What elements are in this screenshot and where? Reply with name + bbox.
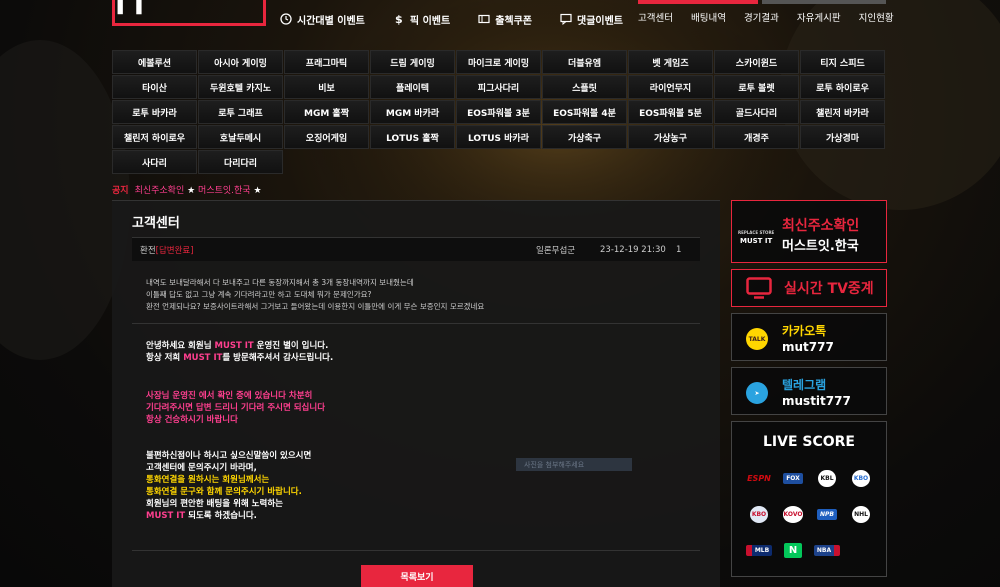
svg-text:$: $ (395, 13, 403, 25)
game-item[interactable]: 로투 하이로우 (800, 75, 885, 99)
game-item[interactable]: 스카이윈드 (714, 50, 799, 74)
game-item[interactable]: 사다리 (112, 150, 197, 174)
game-item[interactable]: 드림 게이밍 (370, 50, 455, 74)
league-logos: ESPN FOX KBL KBO KBO KOVO NPB NHL MLB N … (742, 460, 878, 568)
answer-body: 안녕하세요 회원님 MUST IT 운영진 별이 입니다. 항상 저희 MUST… (132, 323, 700, 551)
npb-icon[interactable]: NPB (810, 496, 844, 532)
game-item[interactable]: 티지 스피드 (800, 50, 885, 74)
game-item[interactable]: 피그사다리 (456, 75, 541, 99)
game-item[interactable]: 오징어게임 (284, 125, 369, 149)
attachment-placeholder: 사진을 첨부해주세요 (516, 458, 632, 471)
game-item[interactable]: 골드사다리 (714, 100, 799, 124)
list-button[interactable]: 목록보기 (361, 565, 473, 587)
game-item[interactable]: 타이산 (112, 75, 197, 99)
coupon-icon (478, 14, 490, 24)
game-item[interactable]: 다리다리 (198, 150, 283, 174)
game-item[interactable]: MGM 바카라 (370, 100, 455, 124)
nba-icon[interactable]: NBA (810, 532, 844, 568)
page-title: 고객센터 (132, 216, 180, 231)
post-number: 1 (676, 244, 682, 255)
game-item[interactable]: 두윈호텔 카지노 (198, 75, 283, 99)
game-item[interactable]: EOS파워볼 5분 (628, 100, 713, 124)
nav-referrals[interactable]: 지인현황 (859, 10, 894, 24)
event-link-time[interactable]: 시간대별 이벤트 (280, 10, 365, 28)
mlb-icon[interactable]: MLB (742, 532, 776, 568)
game-item[interactable]: 가상축구 (542, 125, 627, 149)
notice-domain: 머스트잇.한국 (195, 186, 254, 196)
nav-free-board[interactable]: 자유게시판 (797, 10, 841, 24)
espn-icon[interactable]: ESPN (742, 460, 776, 496)
kovo-icon[interactable]: KOVO (776, 496, 810, 532)
event-link-comment[interactable]: 댓글이벤트 (560, 10, 623, 28)
game-item[interactable]: 로투 바카라 (112, 100, 197, 124)
question-body: 내역도 보내달라해서 다 보내주고 다른 동장까지해서 총 3개 동장내역까지 … (146, 278, 485, 311)
clock-icon (280, 13, 292, 25)
kbo-league-icon[interactable]: KBO (742, 496, 776, 532)
nav-results[interactable]: 경기결과 (744, 10, 779, 24)
game-item[interactable]: 챌린저 하이로우 (112, 125, 197, 149)
nav-customer-center[interactable]: 고객센터 (638, 10, 673, 24)
tv-icon (746, 277, 772, 299)
game-item[interactable]: EOS파워볼 4분 (542, 100, 627, 124)
game-item[interactable]: 챌린저 바카라 (800, 100, 885, 124)
top-accent-bars (638, 0, 886, 4)
game-menu-grid: 에볼루션 아시아 게이밍 프래그마틱 드림 게이밍 마이크로 게이밍 더블유엠 … (112, 50, 886, 174)
status-badge: [답변완료] (155, 245, 194, 256)
event-menu: 시간대별 이벤트 $ 픽 이벤트 출첵쿠폰 댓글이벤트 (280, 10, 623, 28)
game-item[interactable]: 벳 게임즈 (628, 50, 713, 74)
notice-label: 공지 (112, 186, 129, 196)
game-item[interactable]: 가상농구 (628, 125, 713, 149)
nav-bet-history[interactable]: 배팅내역 (691, 10, 726, 24)
game-item[interactable]: 로투 볼렛 (714, 75, 799, 99)
post-title: 환전[답변완료] (140, 245, 194, 256)
ufc-icon[interactable]: FOX (776, 460, 810, 496)
game-item[interactable]: 플레이텍 (370, 75, 455, 99)
site-logo[interactable]: MUST IT (112, 0, 266, 26)
game-item[interactable]: MGM 홀짝 (284, 100, 369, 124)
telegram-icon: ➤ (746, 382, 768, 404)
game-item[interactable]: 비보 (284, 75, 369, 99)
game-item[interactable]: LOTUS 홀짝 (370, 125, 455, 149)
game-item[interactable]: 프래그마틱 (284, 50, 369, 74)
game-item[interactable]: 로투 그래프 (198, 100, 283, 124)
top-nav: 고객센터 배팅내역 경기결과 자유게시판 지인현황 (638, 10, 894, 24)
notice-ticker: 공지 최신주소확인 ★ 머스트잇.한국 ★ (112, 186, 262, 196)
kakao-banner[interactable]: TALK 카카오톡 mut777 (731, 313, 887, 361)
nhl-icon[interactable]: NHL (844, 496, 878, 532)
post-date: 23-12-19 21:30 (600, 244, 666, 255)
event-link-pick[interactable]: $ 픽 이벤트 (393, 10, 450, 28)
live-score-box: LIVE SCORE ESPN FOX KBL KBO KBO KOVO NPB… (731, 421, 887, 577)
live-score-title: LIVE SCORE (762, 434, 855, 450)
mini-logo: REPLACE STORE MUST IT (738, 230, 775, 245)
live-tv-banner[interactable]: 실시간 TV중계 (731, 269, 887, 307)
event-link-coupon[interactable]: 출첵쿠폰 (478, 10, 532, 28)
game-item[interactable]: EOS파워볼 3분 (456, 100, 541, 124)
comment-icon (560, 13, 572, 25)
customer-center-panel: 고객센터 환전[답변완료] 일론무섭군 23-12-19 21:30 1 내역도… (112, 200, 720, 587)
game-item[interactable]: 아시아 게이밍 (198, 50, 283, 74)
answer-status-message: 사장님 운영진 에서 확인 중에 있습니다 차분히 기다려주시면 답변 드리니 … (146, 391, 326, 425)
game-item[interactable]: 더블유엠 (542, 50, 627, 74)
answer-greeting: 안녕하세요 회원님 MUST IT 운영진 별이 입니다. 항상 저희 MUST… (146, 341, 334, 363)
game-item[interactable]: 라이언무지 (628, 75, 713, 99)
kakaotalk-icon: TALK (746, 328, 768, 350)
kbl-icon[interactable]: KBL (810, 460, 844, 496)
game-item[interactable]: 개경주 (714, 125, 799, 149)
post-header: 환전[답변완료] 일론무섭군 23-12-19 21:30 1 (132, 237, 700, 261)
game-item[interactable]: 스플릿 (542, 75, 627, 99)
answer-contact-message: 불편하신점이나 하시고 싶으신말씀이 있으시면 고객센터에 문의주시기 바라며,… (146, 451, 312, 521)
dollar-icon: $ (395, 13, 403, 25)
game-item[interactable]: 에볼루션 (112, 50, 197, 74)
domain-banner[interactable]: REPLACE STORE MUST IT 최신주소확인 머스트잇.한국 (731, 200, 887, 263)
game-item[interactable]: 가상경마 (800, 125, 885, 149)
telegram-banner[interactable]: ➤ 텔레그램 mustit777 (731, 367, 887, 415)
game-item[interactable]: LOTUS 바카라 (456, 125, 541, 149)
notice-text: 최신주소확인 (134, 186, 188, 196)
naver-icon[interactable]: N (776, 532, 810, 568)
game-item[interactable]: 마이크로 게이밍 (456, 50, 541, 74)
post-author: 일론무섭군 (536, 245, 576, 256)
game-item[interactable]: 호날두메시 (198, 125, 283, 149)
kbo-baseball-icon[interactable]: KBO (844, 460, 878, 496)
